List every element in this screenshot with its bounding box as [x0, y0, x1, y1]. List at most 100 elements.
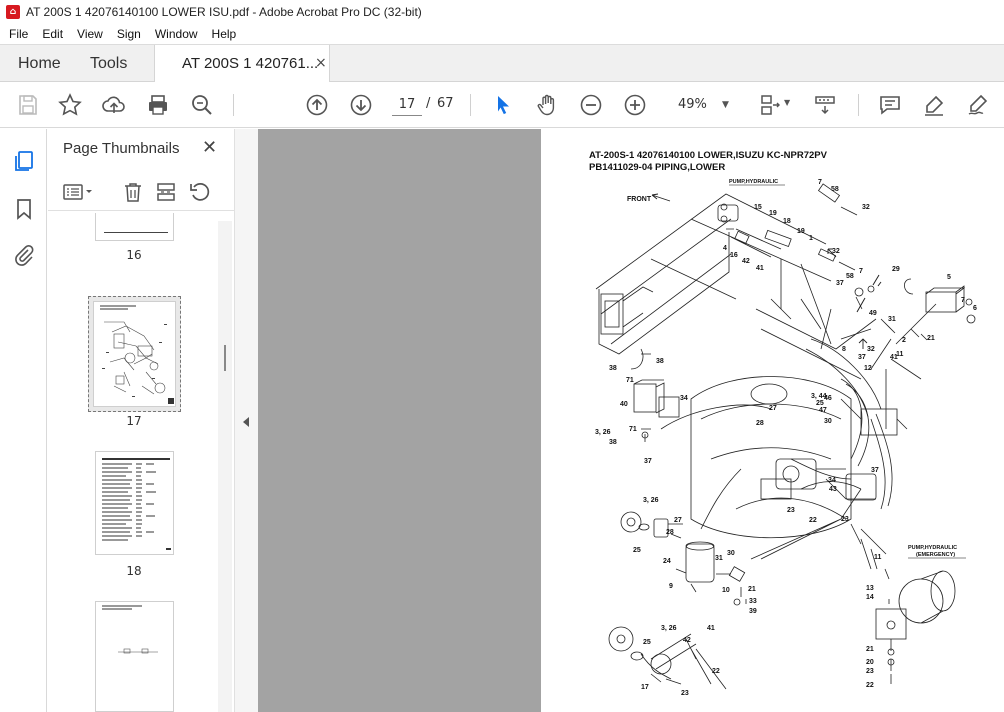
- chevron-down-icon[interactable]: ▼: [784, 98, 792, 108]
- part-label: 71: [629, 426, 637, 433]
- fit-page-icon[interactable]: [758, 93, 782, 117]
- part-label: 40: [620, 401, 628, 408]
- close-tab-icon[interactable]: ×: [315, 45, 327, 82]
- menu-edit[interactable]: Edit: [35, 27, 70, 41]
- pump-hydraulic-emergency-label: PUMP,HYDRAULIC: [908, 545, 957, 551]
- menu-window[interactable]: Window: [148, 27, 205, 41]
- attachments-icon[interactable]: [12, 243, 36, 267]
- hand-icon[interactable]: [535, 93, 559, 117]
- pdf-page: AT-200S-1 42076140100 LOWER,ISUZU KC-NPR…: [541, 129, 1004, 712]
- part-label: 42: [683, 637, 691, 644]
- tab-bar: Home Tools AT 200S 1 420761... ×: [0, 44, 1004, 83]
- tab-document[interactable]: AT 200S 1 420761... ×: [154, 45, 330, 83]
- sign-icon[interactable]: [966, 93, 990, 117]
- upload-icon[interactable]: [102, 93, 126, 117]
- part-label: 22: [712, 668, 720, 675]
- part-label: 21: [927, 335, 935, 342]
- options-menu-icon[interactable]: [62, 181, 94, 203]
- part-label: 5: [947, 274, 951, 281]
- part-label: 11: [874, 554, 882, 561]
- part-label: 9: [669, 583, 673, 590]
- thumbnail-page[interactable]: [95, 451, 174, 555]
- print-icon[interactable]: [146, 93, 170, 117]
- acrobat-icon: ⌂: [6, 5, 20, 19]
- part-label: 28: [666, 529, 674, 536]
- toolbar: 17 / 67 49% ▼ ▼: [0, 82, 1004, 128]
- thumbnail-label: 17: [126, 414, 142, 428]
- zoom-select[interactable]: 49% ▼: [668, 94, 740, 116]
- part-label: 19: [769, 210, 777, 217]
- thumbnail-page[interactable]: [95, 213, 174, 241]
- thumbnail-page-selected[interactable]: [93, 301, 176, 407]
- part-label: 3: [828, 477, 832, 484]
- part-label: 25: [643, 639, 651, 646]
- part-label: 24: [663, 558, 671, 565]
- part-label: 38: [609, 439, 617, 446]
- part-label: 28: [756, 420, 764, 427]
- comment-icon[interactable]: [878, 93, 902, 117]
- bookmark-star-icon[interactable]: [58, 93, 82, 117]
- part-label: 32: [867, 346, 875, 353]
- page-number-input[interactable]: 17: [392, 94, 422, 116]
- part-label: 32: [862, 204, 870, 211]
- scrollbar-thumb[interactable]: [224, 345, 226, 371]
- collapse-panel-icon[interactable]: [243, 417, 249, 427]
- page-thumbnails-icon[interactable]: [12, 149, 36, 173]
- zoom-out-icon[interactable]: [579, 93, 603, 117]
- rotate-icon[interactable]: [189, 181, 211, 203]
- save-icon[interactable]: [16, 93, 40, 117]
- page-up-icon[interactable]: [305, 93, 329, 117]
- part-label: 13: [866, 585, 874, 592]
- part-label: 4: [723, 245, 727, 252]
- part-label: 46: [824, 395, 832, 402]
- thumbnail-page[interactable]: [95, 601, 174, 712]
- highlight-pen-icon[interactable]: [922, 93, 946, 117]
- delete-icon[interactable]: [122, 181, 144, 203]
- part-label: 16: [730, 252, 738, 259]
- part-label: 37: [644, 458, 652, 465]
- part-label: 14: [866, 594, 874, 601]
- toolbar-separator: [858, 94, 859, 116]
- extract-pages-icon[interactable]: [155, 181, 177, 203]
- part-label: 58: [846, 273, 854, 280]
- front-label: FRONT: [627, 196, 652, 203]
- part-label: 6: [973, 305, 977, 312]
- search-zoom-icon[interactable]: [190, 93, 214, 117]
- tab-home[interactable]: Home: [18, 45, 61, 82]
- diagram-linework: [595, 183, 976, 690]
- part-label: 37: [871, 467, 879, 474]
- part-label: 71: [626, 377, 634, 384]
- zoom-in-icon[interactable]: [623, 93, 647, 117]
- document-tab-label: AT 200S 1 420761...: [182, 55, 319, 72]
- menu-help[interactable]: Help: [205, 27, 244, 41]
- part-label: 23: [681, 690, 689, 697]
- menu-file[interactable]: File: [0, 27, 35, 41]
- part-label: 58: [831, 186, 839, 193]
- part-label: 19: [797, 228, 805, 235]
- part-label: 37: [858, 354, 866, 361]
- thumbnails-scrollbar[interactable]: [218, 221, 232, 712]
- part-label: 1: [809, 235, 813, 242]
- page-separator: /: [426, 96, 431, 111]
- part-label: 10: [722, 587, 730, 594]
- part-label: 8: [842, 346, 846, 353]
- title-bar: ⌂ AT 200S 1 42076140100 LOWER ISU.pdf - …: [0, 0, 1004, 24]
- part-label: 7: [818, 179, 822, 186]
- part-label: 42: [742, 258, 750, 265]
- pump-emergency-label: (EMERGENCY): [916, 552, 955, 558]
- bookmarks-icon[interactable]: [12, 197, 36, 221]
- document-viewport[interactable]: AT-200S-1 42076140100 LOWER,ISUZU KC-NPR…: [258, 129, 1004, 712]
- menu-view[interactable]: View: [70, 27, 110, 41]
- part-label: 21: [866, 646, 874, 653]
- close-panel-icon[interactable]: ✕: [202, 137, 217, 158]
- part-label: 23: [866, 668, 874, 675]
- part-label: 25: [816, 400, 824, 407]
- tab-tools[interactable]: Tools: [90, 45, 127, 82]
- menu-sign[interactable]: Sign: [110, 27, 148, 41]
- panel-divider[interactable]: [234, 129, 258, 712]
- page-down-icon[interactable]: [349, 93, 373, 117]
- part-label: 33: [749, 598, 757, 605]
- select-cursor-icon[interactable]: [491, 93, 515, 117]
- part-label: 3, 26: [643, 497, 659, 504]
- scrolling-mode-icon[interactable]: [813, 93, 837, 117]
